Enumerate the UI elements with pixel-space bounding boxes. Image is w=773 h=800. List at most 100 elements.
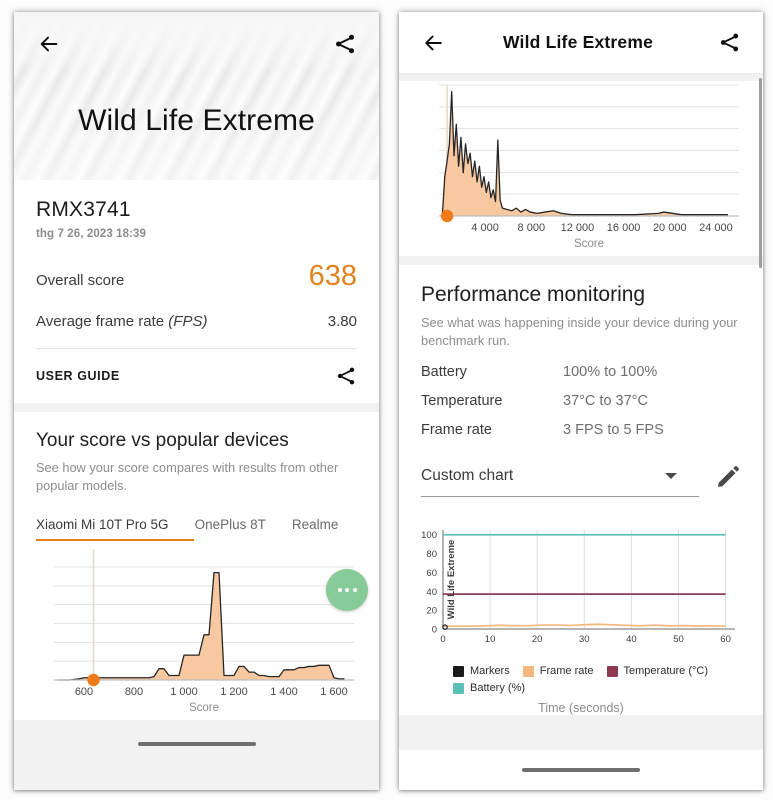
app-bar: Wild Life Extreme bbox=[399, 12, 763, 74]
result-timestamp: thg 7 26, 2023 18:39 bbox=[36, 228, 147, 240]
stat-key: Frame rate bbox=[421, 422, 492, 439]
horizontal-scroll-indicator[interactable] bbox=[137, 742, 256, 746]
fab-dot bbox=[345, 588, 349, 592]
legend-item-temperature: Temperature (°C) bbox=[606, 665, 709, 678]
hero-toolbar bbox=[14, 12, 379, 74]
tab-xiaomi-mi-10t-pro-5g[interactable]: Xiaomi Mi 10T Pro 5G bbox=[36, 517, 169, 532]
right-phone-panel: Wild Life Extreme 4 000 8 000 12 000 16 000… bbox=[399, 12, 763, 790]
svg-text:20 000: 20 000 bbox=[653, 222, 687, 234]
device-tabs: Xiaomi Mi 10T Pro 5G OnePlus 8T Realme bbox=[36, 517, 357, 542]
chevron-down-icon bbox=[665, 473, 677, 480]
svg-text:1 400: 1 400 bbox=[270, 686, 298, 698]
frame-rate-label-unit: (FPS) bbox=[168, 313, 208, 330]
frame-rate-label: Average frame rate (FPS) bbox=[36, 313, 207, 330]
legend-item-battery: Battery (%) bbox=[453, 682, 525, 694]
overall-score-label: Overall score bbox=[36, 272, 125, 289]
global-score-chart: 4 000 8 000 12 000 16 000 20 000 24 000 Score bbox=[399, 81, 763, 256]
performance-title: Performance monitoring bbox=[421, 283, 646, 306]
custom-chart-legend: Markers Frame rate Temperature (°C) Batt… bbox=[409, 657, 753, 694]
svg-text:80: 80 bbox=[426, 549, 437, 560]
score-distribution-chart: 600 800 1 000 1 200 1 400 1 600 Score bbox=[14, 541, 379, 720]
svg-text:40: 40 bbox=[426, 587, 437, 598]
score-histogram-svg: 600 800 1 000 1 200 1 400 1 600 Score bbox=[54, 549, 354, 714]
performance-monitoring-card: Performance monitoring See what was happ… bbox=[399, 265, 763, 716]
legend-swatch bbox=[606, 665, 618, 677]
share-icon[interactable] bbox=[718, 31, 741, 54]
right-panel-body: Wild Life Extreme 4 000 8 000 12 000 16 000… bbox=[399, 12, 763, 790]
tab-realme[interactable]: Realme bbox=[292, 517, 339, 532]
chart-select-row: Custom chart bbox=[421, 464, 741, 500]
svg-text:60: 60 bbox=[720, 634, 731, 645]
legend-label: Temperature (°C) bbox=[623, 665, 709, 678]
global-histogram-svg: 4 000 8 000 12 000 16 000 20 000 24 000 Score bbox=[439, 84, 739, 250]
svg-text:800: 800 bbox=[125, 686, 143, 698]
share-icon[interactable] bbox=[333, 32, 357, 56]
svg-text:Score: Score bbox=[189, 702, 219, 714]
legend-swatch bbox=[453, 665, 464, 677]
svg-text:12 000: 12 000 bbox=[561, 222, 595, 234]
svg-text:20: 20 bbox=[426, 606, 437, 617]
left-panel-body: Wild Life Extreme RMX3741 thg 7 26, 2023… bbox=[14, 12, 379, 790]
frame-rate-value: 3.80 bbox=[327, 313, 357, 330]
global-distribution-card: 4 000 8 000 12 000 16 000 20 000 24 000 Score bbox=[399, 81, 763, 256]
svg-text:0: 0 bbox=[440, 634, 445, 645]
hero-banner: Wild Life Extreme bbox=[14, 12, 379, 180]
custom-chart-svg: 0 20 40 60 80 100 0 10 20 30 40 50 60 Wild Life Extre… bbox=[421, 530, 735, 645]
stat-row-temperature: Temperature 37°C to 37°C bbox=[421, 393, 741, 409]
more-options-fab[interactable] bbox=[326, 569, 368, 611]
share-icon[interactable] bbox=[335, 365, 357, 387]
home-indicator[interactable] bbox=[522, 768, 640, 772]
left-phone-panel: Wild Life Extreme RMX3741 thg 7 26, 2023… bbox=[14, 12, 379, 790]
custom-chart-container: 0 20 40 60 80 100 0 10 20 30 40 50 60 Wild Life Extre… bbox=[399, 516, 763, 715]
performance-subtitle: See what was happening inside your devic… bbox=[421, 315, 738, 349]
svg-text:100: 100 bbox=[421, 531, 437, 542]
svg-text:1 600: 1 600 bbox=[320, 686, 348, 698]
compare-title: Your score vs popular devices bbox=[36, 430, 289, 451]
hero-title: Wild Life Extreme bbox=[78, 104, 315, 137]
stat-value: 37°C to 37°C bbox=[563, 393, 648, 410]
svg-text:4 000: 4 000 bbox=[471, 222, 499, 234]
user-guide-row: USER GUIDE bbox=[36, 349, 357, 387]
svg-text:1 000: 1 000 bbox=[170, 686, 198, 698]
svg-text:16 000: 16 000 bbox=[607, 222, 641, 234]
app-bar-title: Wild Life Extreme bbox=[502, 32, 654, 52]
performance-stats: Battery 100% to 100% Temperature 37°C to… bbox=[421, 364, 741, 438]
system-nav-area bbox=[399, 750, 763, 790]
svg-text:30: 30 bbox=[579, 634, 590, 645]
frame-rate-label-text: Average frame rate bbox=[36, 313, 169, 330]
svg-text:10: 10 bbox=[485, 634, 496, 645]
user-guide-button[interactable]: USER GUIDE bbox=[36, 369, 120, 383]
legend-item-frame-rate: Frame rate bbox=[522, 665, 594, 678]
stat-row-battery: Battery 100% to 100% bbox=[421, 364, 741, 380]
fab-dot bbox=[352, 588, 357, 592]
compare-subtitle: See how your score compares with results… bbox=[36, 460, 339, 494]
legend-item-markers: Markers bbox=[453, 665, 510, 677]
svg-text:8 000: 8 000 bbox=[518, 222, 546, 234]
legend-swatch bbox=[522, 665, 534, 677]
svg-text:20: 20 bbox=[532, 634, 543, 645]
device-name: RMX3741 bbox=[36, 198, 131, 221]
fab-dot bbox=[337, 588, 342, 592]
overall-score-value: 638 bbox=[308, 260, 357, 292]
svg-text:1 200: 1 200 bbox=[220, 686, 248, 698]
back-icon[interactable] bbox=[36, 33, 62, 55]
custom-chart-xlabel: Time (seconds) bbox=[538, 701, 624, 716]
overall-score-row: Overall score 638 bbox=[36, 262, 357, 291]
stat-value: 3 FPS to 5 FPS bbox=[563, 422, 664, 439]
tab-oneplus-8t[interactable]: OnePlus 8T bbox=[195, 517, 266, 532]
stat-value: 100% to 100% bbox=[563, 364, 658, 381]
svg-text:50: 50 bbox=[673, 634, 684, 645]
legend-label: Markers bbox=[470, 665, 510, 678]
stat-key: Battery bbox=[421, 364, 467, 381]
vertical-scrollbar[interactable] bbox=[759, 78, 762, 268]
svg-text:600: 600 bbox=[75, 686, 93, 698]
pencil-icon[interactable] bbox=[715, 464, 741, 490]
svg-text:24 000: 24 000 bbox=[699, 222, 733, 234]
compare-card: Your score vs popular devices See how yo… bbox=[14, 412, 379, 721]
legend-label: Frame rate bbox=[539, 665, 594, 678]
screenshot-stage: Wild Life Extreme RMX3741 thg 7 26, 2023… bbox=[0, 0, 773, 800]
svg-text:Score: Score bbox=[574, 238, 604, 250]
legend-label: Battery (%) bbox=[470, 682, 526, 695]
chart-type-select[interactable]: Custom chart bbox=[421, 467, 699, 498]
svg-text:60: 60 bbox=[426, 568, 437, 579]
